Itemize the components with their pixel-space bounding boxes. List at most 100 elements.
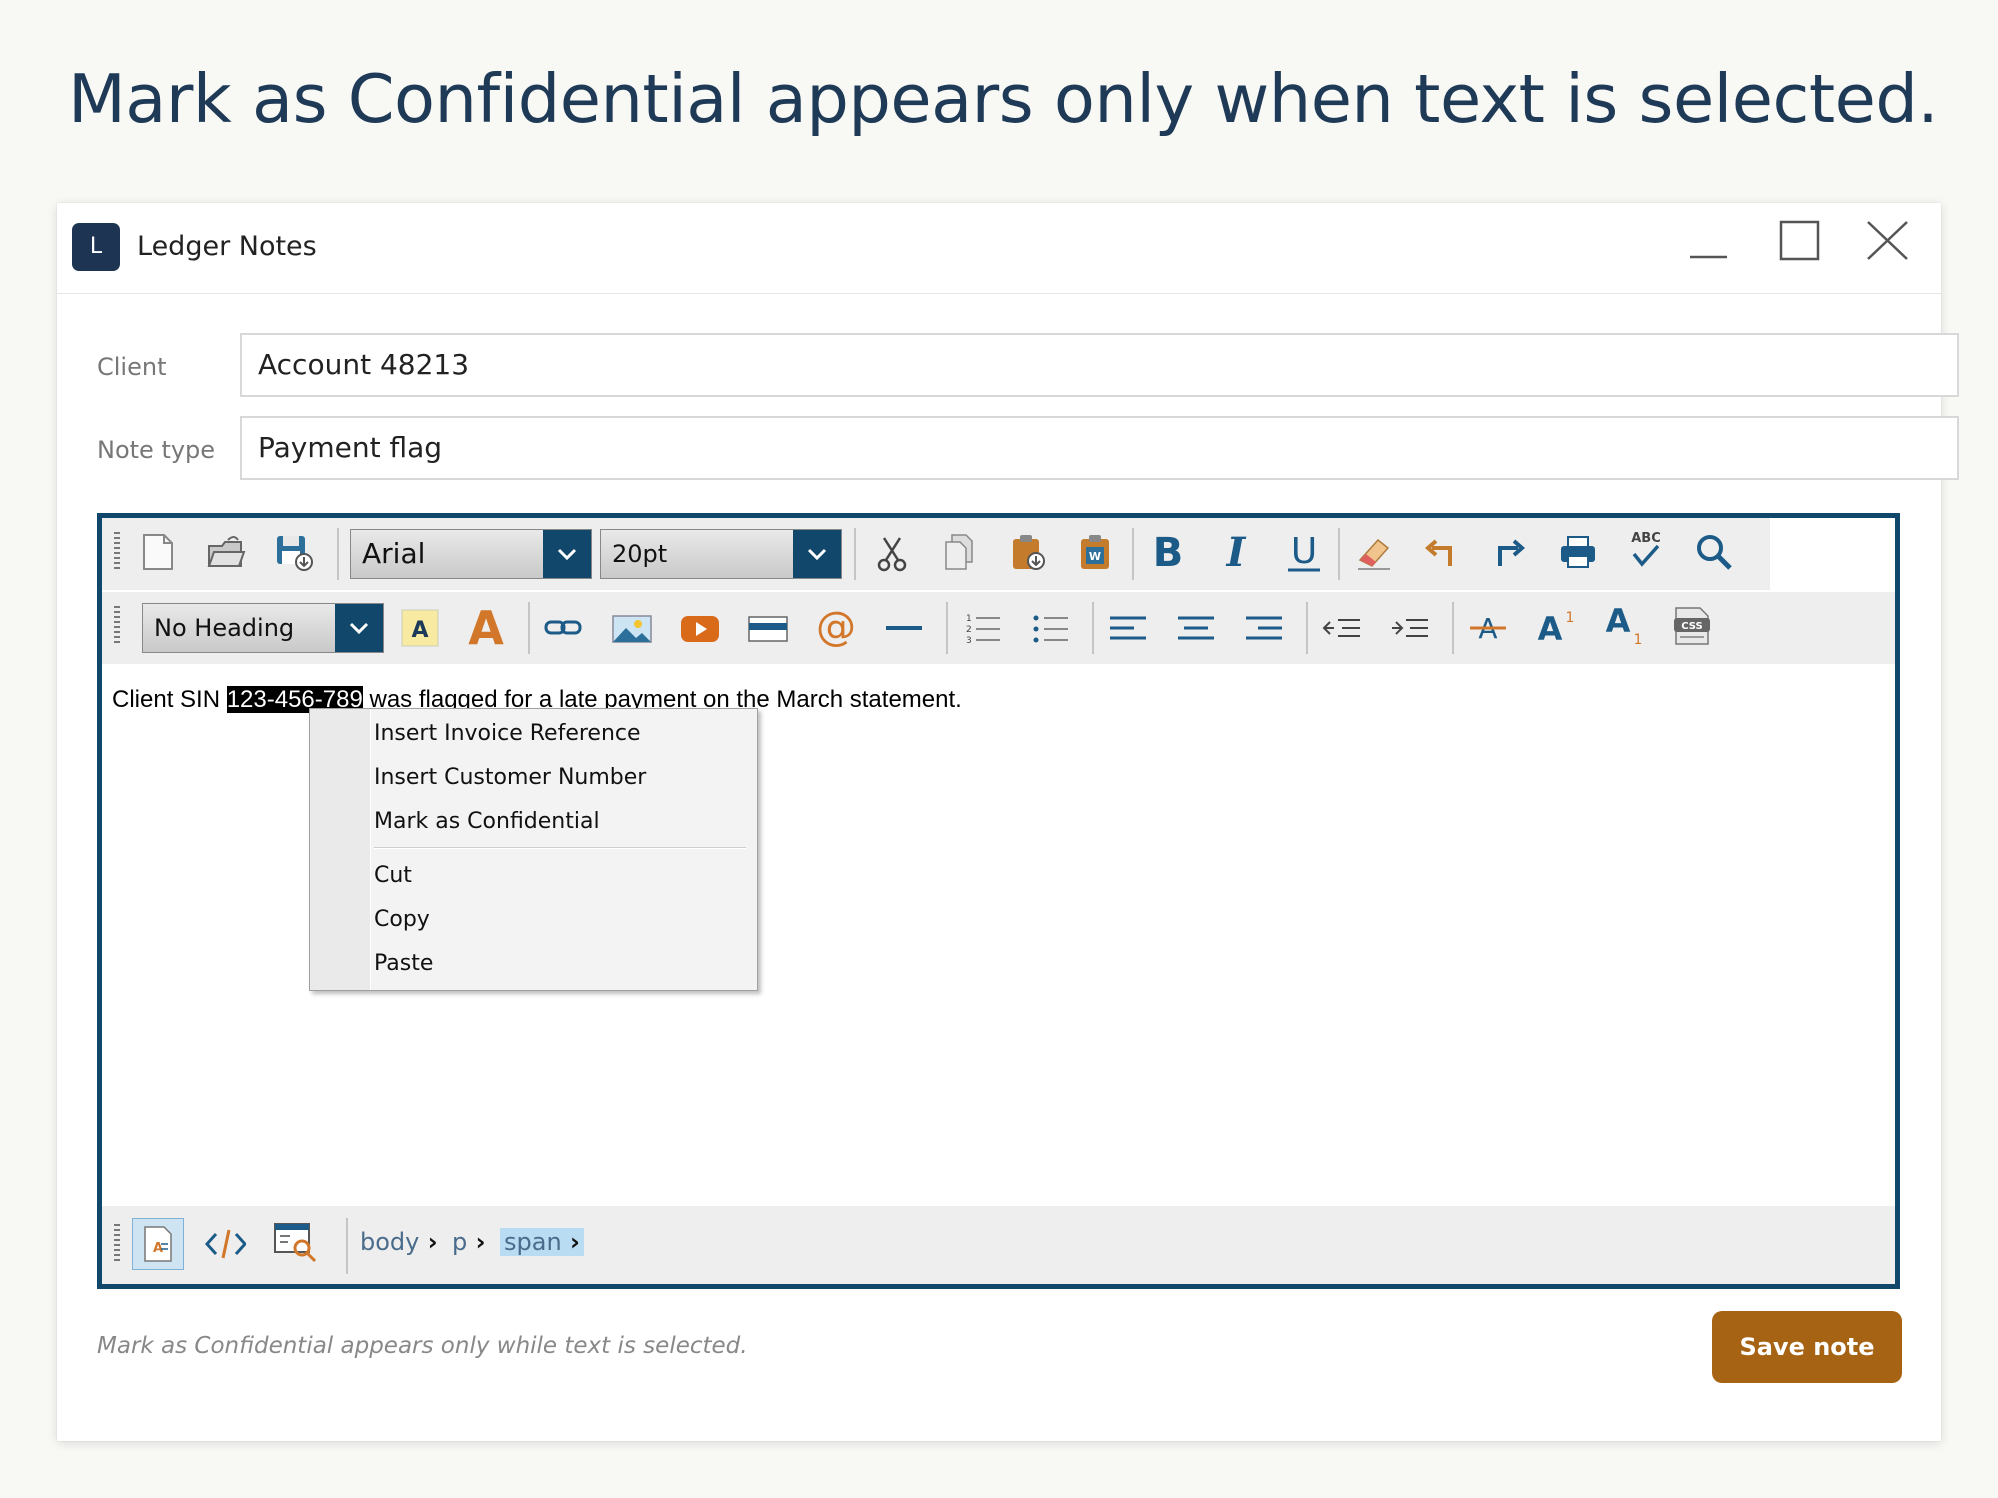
css-label: CSS xyxy=(1681,621,1702,632)
copy-icon[interactable] xyxy=(938,530,982,574)
design-view-icon[interactable]: A xyxy=(132,1218,184,1270)
spellcheck-icon[interactable]: ABC xyxy=(1624,528,1668,572)
menu-separator xyxy=(374,847,746,849)
menu-item-cut[interactable]: Cut xyxy=(374,863,412,888)
eraser-icon[interactable] xyxy=(1352,530,1396,574)
italic-icon[interactable]: I xyxy=(1214,530,1258,574)
svg-text:1: 1 xyxy=(1634,632,1643,646)
font-size-select[interactable]: 20pt xyxy=(600,529,842,579)
toolbar-separator xyxy=(946,602,948,654)
svg-text:2: 2 xyxy=(966,625,972,635)
font-family-value: Arial xyxy=(362,537,426,570)
link-icon[interactable] xyxy=(542,606,586,650)
form-field-icon[interactable] xyxy=(746,606,790,650)
new-document-icon[interactable] xyxy=(136,530,180,574)
toolbar-separator xyxy=(1452,602,1454,654)
svg-text:3: 3 xyxy=(966,636,972,646)
toolbar-grip[interactable] xyxy=(114,1224,120,1264)
css-icon[interactable]: CSS xyxy=(1670,604,1714,648)
align-right-icon[interactable] xyxy=(1242,606,1286,650)
client-field[interactable]: Account 48213 xyxy=(240,333,1959,397)
toolbar-grip[interactable] xyxy=(114,532,120,572)
email-at-icon[interactable]: @ xyxy=(814,604,858,648)
hint-text: Mark as Confidential appears only while … xyxy=(97,1333,748,1359)
source-code-icon[interactable] xyxy=(202,1222,246,1266)
svg-text:B: B xyxy=(1153,530,1184,574)
chevron-down-icon xyxy=(335,604,383,652)
bold-icon[interactable]: B xyxy=(1146,530,1190,574)
save-icon[interactable] xyxy=(272,530,316,574)
toolbar-separator xyxy=(1338,528,1340,580)
menu-item-mark-as-confidential[interactable]: Mark as Confidential xyxy=(374,809,600,834)
breadcrumb-label: body xyxy=(360,1228,420,1256)
app-logo: L xyxy=(72,223,120,271)
print-icon[interactable] xyxy=(1556,530,1600,574)
svg-text:U: U xyxy=(1291,531,1317,572)
horizontal-rule-icon[interactable] xyxy=(882,606,926,650)
font-color-icon[interactable]: A xyxy=(464,604,508,648)
align-left-icon[interactable] xyxy=(1106,606,1150,650)
font-size-value: 20pt xyxy=(612,540,668,568)
minimize-icon[interactable] xyxy=(1677,217,1737,273)
highlight-letter: A xyxy=(411,618,428,643)
toolbar-separator xyxy=(854,528,856,580)
menu-item-copy[interactable]: Copy xyxy=(374,907,430,932)
svg-text:W: W xyxy=(1089,550,1101,563)
breadcrumb-span[interactable]: span › xyxy=(500,1228,584,1256)
video-icon[interactable] xyxy=(678,606,722,650)
chevron-down-icon xyxy=(793,530,841,578)
svg-text:A: A xyxy=(1606,602,1631,640)
ordered-list-icon[interactable]: 123 xyxy=(960,606,1004,650)
breadcrumb-body[interactable]: body › xyxy=(360,1228,438,1256)
page-headline: Mark as Confidential appears only when t… xyxy=(68,60,1939,138)
outdent-icon[interactable] xyxy=(1320,606,1364,650)
breadcrumb-p[interactable]: p › xyxy=(452,1228,485,1256)
image-icon[interactable] xyxy=(610,606,654,650)
toolbar-row-1: Arial 20pt W B I U ABC xyxy=(102,518,1770,590)
chevron-right-icon: › xyxy=(419,1228,438,1256)
svg-text:@: @ xyxy=(816,604,856,648)
editor-status-bar: A body › p › span › xyxy=(102,1206,1895,1284)
svg-text:I: I xyxy=(1226,530,1247,574)
close-icon[interactable] xyxy=(1857,217,1917,273)
paste-icon[interactable] xyxy=(1006,530,1050,574)
undo-icon[interactable] xyxy=(1420,530,1464,574)
menu-item-insert-customer-number[interactable]: Insert Customer Number xyxy=(374,765,646,790)
paste-from-word-icon[interactable]: W xyxy=(1074,530,1118,574)
chevron-right-icon: › xyxy=(561,1228,580,1256)
menu-item-paste[interactable]: Paste xyxy=(374,951,433,976)
find-icon[interactable] xyxy=(1692,530,1736,574)
svg-text:1: 1 xyxy=(1566,610,1575,626)
cut-icon[interactable] xyxy=(870,532,914,576)
context-menu-gutter xyxy=(310,709,371,990)
indent-icon[interactable] xyxy=(1388,606,1432,650)
spellcheck-abc-text: ABC xyxy=(1631,531,1661,546)
save-note-button[interactable]: Save note xyxy=(1712,1311,1902,1383)
toolbar-separator xyxy=(337,528,339,580)
maximize-icon[interactable] xyxy=(1767,217,1827,273)
svg-text:A: A xyxy=(1538,610,1563,648)
chevron-right-icon: › xyxy=(467,1228,486,1256)
note-type-field[interactable]: Payment flag xyxy=(240,416,1959,480)
text-before-selection: Client SIN xyxy=(112,686,227,713)
strikethrough-icon[interactable]: A xyxy=(1466,604,1510,648)
heading-select[interactable]: No Heading xyxy=(142,603,384,653)
note-type-label: Note type xyxy=(97,436,216,464)
underline-icon[interactable]: U xyxy=(1282,530,1326,574)
menu-item-insert-invoice-reference[interactable]: Insert Invoice Reference xyxy=(374,721,641,746)
preview-icon[interactable] xyxy=(272,1220,316,1264)
subscript-icon[interactable]: A1 xyxy=(1602,602,1646,646)
toolbar-separator xyxy=(1092,602,1094,654)
highlight-color-icon[interactable]: A xyxy=(398,606,442,650)
superscript-icon[interactable]: A1 xyxy=(1534,604,1578,648)
toolbar-grip[interactable] xyxy=(114,606,120,646)
chevron-down-icon xyxy=(543,530,591,578)
open-folder-icon[interactable] xyxy=(204,530,248,574)
font-family-select[interactable]: Arial xyxy=(350,529,592,579)
breadcrumb-label: p xyxy=(452,1228,468,1256)
heading-value: No Heading xyxy=(154,614,295,642)
unordered-list-icon[interactable] xyxy=(1028,606,1072,650)
toolbar-separator xyxy=(1132,528,1134,580)
redo-icon[interactable] xyxy=(1488,530,1532,574)
align-center-icon[interactable] xyxy=(1174,606,1218,650)
